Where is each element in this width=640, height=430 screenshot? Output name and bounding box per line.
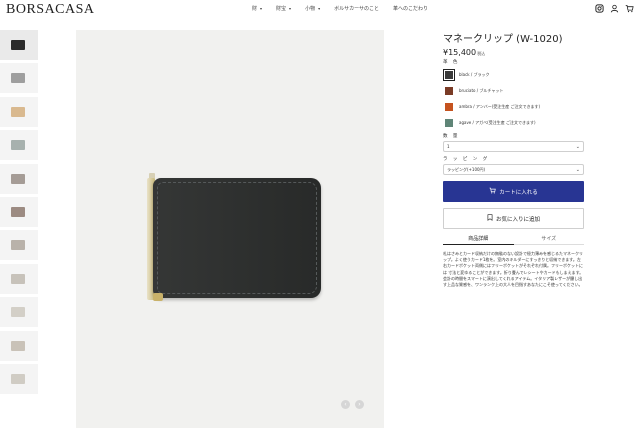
nav-item-label: ボルサカーサのこと bbox=[334, 6, 379, 12]
nav-item-treasures[interactable]: 財宝 ▾ bbox=[276, 5, 291, 12]
thumbnail-item[interactable] bbox=[0, 330, 38, 361]
thumbnail-item[interactable] bbox=[0, 30, 38, 60]
thumbnail-image bbox=[11, 340, 25, 351]
thumbnail-image bbox=[11, 140, 25, 151]
wrapping-label: ラ ッ ピ ン グ bbox=[443, 157, 490, 162]
wrapping-value: ラッピング(+100円) bbox=[447, 167, 486, 172]
nav-item-label: 財 bbox=[252, 6, 258, 12]
color-swatch-frame bbox=[443, 68, 455, 81]
add-to-favorites-button[interactable]: お気に入りに追加 bbox=[443, 208, 584, 229]
chevron-down-icon: ▾ bbox=[318, 6, 321, 11]
product-description: 札はさみとカード収納だけの無駄のない設計で極力薄みを感じるたマネークリップ。よく… bbox=[443, 251, 584, 288]
thumbnail-image bbox=[11, 373, 25, 384]
add-to-cart-button[interactable]: カートに入れる bbox=[443, 181, 584, 202]
wrapping-select[interactable]: ラッピング(+100円) ⌄ bbox=[443, 164, 584, 175]
thumbnail-image bbox=[11, 307, 25, 318]
color-swatch bbox=[445, 86, 453, 95]
nav-item-leather[interactable]: 革へのこだわり bbox=[393, 5, 428, 12]
color-option-label: agave / アガベ(受注生産 ご注文できます) bbox=[459, 119, 536, 125]
quantity-value: 1 bbox=[447, 144, 450, 149]
nav-item-label: 小物 bbox=[305, 6, 316, 12]
color-swatch bbox=[445, 70, 453, 79]
color-option[interactable]: bruciato / ブルチャット bbox=[443, 84, 585, 97]
thumbnail-item[interactable] bbox=[0, 96, 38, 127]
product-tabs: 商品詳細 サイズ bbox=[443, 235, 584, 245]
product-title: マネークリップ (W-1020) bbox=[443, 34, 563, 45]
prev-arrow-icon[interactable]: ‹ bbox=[341, 400, 350, 409]
thumbnail-item[interactable] bbox=[0, 196, 38, 227]
color-option-label: black / ブラック bbox=[459, 71, 490, 77]
thumbnail-image bbox=[11, 73, 25, 84]
add-to-favorites-label: お気に入りに追加 bbox=[495, 216, 540, 223]
money-clip-end bbox=[153, 293, 163, 301]
nav-item-label: 財宝 bbox=[276, 6, 287, 12]
chevron-down-icon: ▾ bbox=[260, 6, 263, 11]
user-icon[interactable] bbox=[610, 4, 619, 13]
thumbnail-list bbox=[0, 30, 38, 397]
color-label: 革 色 bbox=[443, 60, 460, 65]
nav-item-accessories[interactable]: 小物 ▾ bbox=[305, 5, 320, 12]
color-swatch bbox=[445, 118, 453, 127]
main-nav: 財 ▾ 財宝 ▾ 小物 ▾ ボルサカーサのこと 革へのこだわり bbox=[252, 5, 442, 12]
price-value: ¥15,400 bbox=[443, 48, 477, 57]
thumbnail-item[interactable] bbox=[0, 363, 38, 394]
thumbnail-item[interactable] bbox=[0, 63, 38, 94]
nav-item-label: 革へのこだわり bbox=[393, 6, 429, 12]
chevron-down-icon: ⌄ bbox=[575, 167, 580, 173]
instagram-icon[interactable] bbox=[595, 4, 604, 13]
nav-item-about[interactable]: ボルサカーサのこと bbox=[334, 5, 379, 12]
wallet-stitching bbox=[157, 182, 317, 294]
color-swatch-frame bbox=[443, 117, 455, 129]
tax-label: 税込 bbox=[477, 51, 486, 56]
quantity-select[interactable]: 1 ⌄ bbox=[443, 141, 584, 152]
thumbnail-image bbox=[11, 173, 25, 184]
site-header: BORSACASA 財 ▾ 財宝 ▾ 小物 ▾ ボルサカーサのこと 革へのこだわり bbox=[0, 0, 640, 20]
thumbnail-image bbox=[11, 240, 25, 251]
color-option[interactable]: agave / アガベ(受注生産 ご注文できます) bbox=[443, 116, 585, 129]
color-swatch-frame bbox=[443, 101, 455, 113]
color-option[interactable]: black / ブラック bbox=[443, 68, 585, 81]
wallet-image bbox=[153, 178, 321, 298]
thumbnail-item[interactable] bbox=[0, 163, 38, 194]
add-to-cart-label: カートに入れる bbox=[499, 189, 538, 196]
brand-logo[interactable]: BORSACASA bbox=[6, 2, 95, 18]
tab-details[interactable]: 商品詳細 bbox=[443, 235, 514, 245]
main-product-image[interactable]: ‹ › bbox=[76, 30, 384, 428]
color-options: black / ブラック bruciato / ブルチャット ambra / アンバ… bbox=[443, 68, 585, 129]
gallery-arrows: ‹ › bbox=[341, 400, 364, 409]
thumbnail-image bbox=[11, 206, 25, 217]
thumbnail-item[interactable] bbox=[0, 130, 38, 161]
product-price: ¥15,400税込 bbox=[443, 48, 585, 57]
cart-icon bbox=[489, 187, 496, 196]
color-option-label: bruciato / ブルチャット bbox=[459, 87, 504, 93]
color-option-label: ambra / アンバー(受注生産 ご注文できます) bbox=[459, 103, 541, 109]
thumbnail-item[interactable] bbox=[0, 263, 38, 294]
product-panel: マネークリップ (W-1020) ¥15,400税込 革 色 black / ブ… bbox=[443, 30, 585, 288]
tab-size[interactable]: サイズ bbox=[513, 235, 584, 245]
next-arrow-icon[interactable]: › bbox=[355, 400, 364, 409]
bookmark-icon bbox=[487, 214, 493, 223]
color-option[interactable]: ambra / アンバー(受注生産 ご注文できます) bbox=[443, 100, 585, 113]
color-swatch bbox=[445, 102, 453, 111]
cart-icon[interactable] bbox=[625, 4, 634, 13]
thumbnail-image bbox=[11, 40, 25, 50]
thumbnail-item[interactable] bbox=[0, 230, 38, 261]
thumbnail-image bbox=[11, 273, 25, 284]
header-icons bbox=[595, 4, 634, 13]
color-swatch-frame bbox=[443, 85, 455, 97]
chevron-down-icon: ⌄ bbox=[575, 144, 580, 150]
chevron-down-icon: ▾ bbox=[289, 6, 292, 11]
thumbnail-item[interactable] bbox=[0, 297, 38, 328]
quantity-label: 数 量 bbox=[443, 134, 460, 139]
nav-item-wallets[interactable]: 財 ▾ bbox=[252, 5, 262, 12]
thumbnail-image bbox=[11, 106, 25, 117]
